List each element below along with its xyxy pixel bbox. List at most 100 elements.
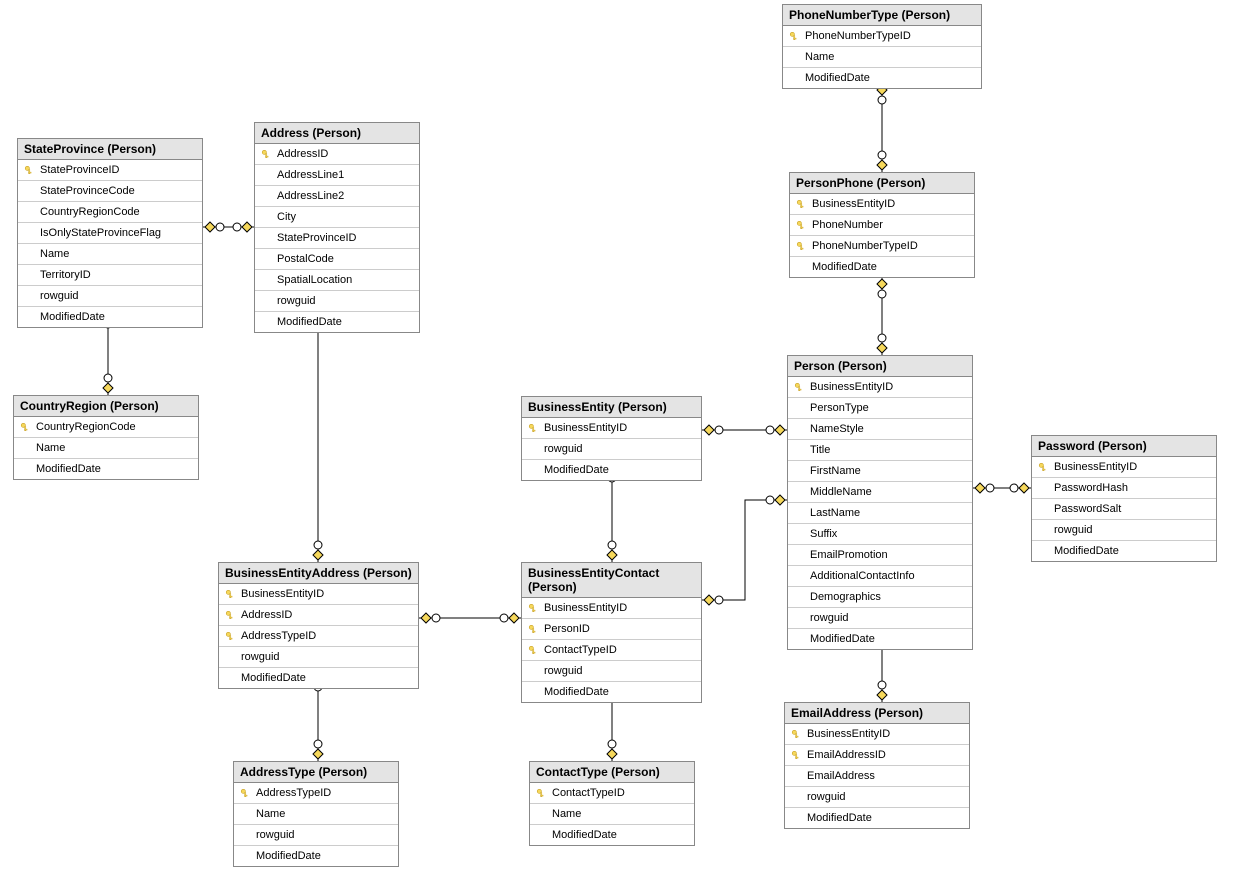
entity-header[interactable]: Address (Person) — [255, 123, 419, 144]
column-row[interactable]: ModifiedDate — [790, 257, 974, 277]
column-row[interactable]: Name — [530, 804, 694, 825]
column-row[interactable]: AddressLine2 — [255, 186, 419, 207]
column-row[interactable]: BusinessEntityID — [785, 724, 969, 745]
column-row[interactable]: AddressID — [255, 144, 419, 165]
column-row[interactable]: IsOnlyStateProvinceFlag — [18, 223, 202, 244]
column-row[interactable]: NameStyle — [788, 419, 972, 440]
column-row[interactable]: Name — [783, 47, 981, 68]
column-row[interactable]: LastName — [788, 503, 972, 524]
entity-countryRegion[interactable]: CountryRegion (Person) CountryRegionCode… — [13, 395, 199, 480]
entity-emailAddress[interactable]: EmailAddress (Person) BusinessEntityID E… — [784, 702, 970, 829]
column-name: EmailAddressID — [803, 749, 886, 761]
column-row[interactable]: PhoneNumberTypeID — [783, 26, 981, 47]
column-row[interactable]: Name — [234, 804, 398, 825]
column-row[interactable]: ModifiedDate — [783, 68, 981, 88]
column-row[interactable]: EmailPromotion — [788, 545, 972, 566]
column-row[interactable]: PostalCode — [255, 249, 419, 270]
column-row[interactable]: ContactTypeID — [522, 640, 701, 661]
column-row[interactable]: PasswordHash — [1032, 478, 1216, 499]
entity-header[interactable]: ContactType (Person) — [530, 762, 694, 783]
entity-contactType[interactable]: ContactType (Person) ContactTypeIDNameMo… — [529, 761, 695, 846]
column-row[interactable]: Name — [18, 244, 202, 265]
column-row[interactable]: ContactTypeID — [530, 783, 694, 804]
column-row[interactable]: EmailAddressID — [785, 745, 969, 766]
entity-header[interactable]: PersonPhone (Person) — [790, 173, 974, 194]
column-row[interactable]: rowguid — [234, 825, 398, 846]
entity-password[interactable]: Password (Person) BusinessEntityIDPasswo… — [1031, 435, 1217, 562]
column-row[interactable]: ModifiedDate — [255, 312, 419, 332]
column-row[interactable]: MiddleName — [788, 482, 972, 503]
column-row[interactable]: SpatialLocation — [255, 270, 419, 291]
column-row[interactable]: BusinessEntityID — [790, 194, 974, 215]
column-row[interactable]: Title — [788, 440, 972, 461]
entity-address[interactable]: Address (Person) AddressID AddressLine1 Ad… — [254, 122, 420, 333]
column-row[interactable]: rowguid — [219, 647, 418, 668]
column-row[interactable]: CountryRegionCode — [14, 417, 198, 438]
entity-personPhone[interactable]: PersonPhone (Person) BusinessEntityID Ph… — [789, 172, 975, 278]
column-row[interactable]: BusinessEntityID — [522, 418, 701, 439]
entity-header[interactable]: BusinessEntityContact (Person) — [522, 563, 701, 598]
column-row[interactable]: Demographics — [788, 587, 972, 608]
entity-header[interactable]: StateProvince (Person) — [18, 139, 202, 160]
column-row[interactable]: AddressTypeID — [234, 783, 398, 804]
column-row[interactable]: ModifiedDate — [785, 808, 969, 828]
column-name: PasswordSalt — [1050, 503, 1121, 515]
column-row[interactable]: AddressID — [219, 605, 418, 626]
column-row[interactable]: AddressTypeID — [219, 626, 418, 647]
column-row[interactable]: rowguid — [255, 291, 419, 312]
entity-businessEntityContact[interactable]: BusinessEntityContact (Person) BusinessE… — [521, 562, 702, 703]
column-row[interactable]: PersonID — [522, 619, 701, 640]
column-row[interactable]: TerritoryID — [18, 265, 202, 286]
column-row[interactable]: rowguid — [1032, 520, 1216, 541]
entity-businessEntityAddress[interactable]: BusinessEntityAddress (Person) BusinessE… — [218, 562, 419, 689]
entity-addressType[interactable]: AddressType (Person) AddressTypeIDNamero… — [233, 761, 399, 867]
column-row[interactable]: ModifiedDate — [14, 459, 198, 479]
column-row[interactable]: rowguid — [785, 787, 969, 808]
entity-header[interactable]: Person (Person) — [788, 356, 972, 377]
column-name: SpatialLocation — [273, 274, 352, 286]
column-row[interactable]: City — [255, 207, 419, 228]
column-row[interactable]: rowguid — [522, 661, 701, 682]
column-row[interactable]: Name — [14, 438, 198, 459]
column-row[interactable]: ModifiedDate — [1032, 541, 1216, 561]
column-row[interactable]: StateProvinceCode — [18, 181, 202, 202]
entity-businessEntity[interactable]: BusinessEntity (Person) BusinessEntityID… — [521, 396, 702, 481]
column-row[interactable]: rowguid — [522, 439, 701, 460]
entity-header[interactable]: Password (Person) — [1032, 436, 1216, 457]
column-row[interactable]: PhoneNumber — [790, 215, 974, 236]
entity-header[interactable]: CountryRegion (Person) — [14, 396, 198, 417]
column-row[interactable]: PersonType — [788, 398, 972, 419]
entity-header[interactable]: AddressType (Person) — [234, 762, 398, 783]
column-row[interactable]: StateProvinceID — [18, 160, 202, 181]
entity-header[interactable]: EmailAddress (Person) — [785, 703, 969, 724]
column-row[interactable]: ModifiedDate — [522, 460, 701, 480]
column-row[interactable]: ModifiedDate — [788, 629, 972, 649]
column-row[interactable]: Suffix — [788, 524, 972, 545]
column-name: AddressLine1 — [273, 169, 344, 181]
column-row[interactable]: CountryRegionCode — [18, 202, 202, 223]
entity-header[interactable]: PhoneNumberType (Person) — [783, 5, 981, 26]
column-row[interactable]: EmailAddress — [785, 766, 969, 787]
column-row[interactable]: BusinessEntityID — [522, 598, 701, 619]
entity-stateProvince[interactable]: StateProvince (Person) StateProvinceIDSt… — [17, 138, 203, 328]
column-row[interactable]: ModifiedDate — [234, 846, 398, 866]
column-row[interactable]: AdditionalContactInfo — [788, 566, 972, 587]
column-row[interactable]: rowguid — [788, 608, 972, 629]
column-row[interactable]: FirstName — [788, 461, 972, 482]
entity-phoneNumberType[interactable]: PhoneNumberType (Person) PhoneNumberType… — [782, 4, 982, 89]
column-row[interactable]: PasswordSalt — [1032, 499, 1216, 520]
entity-header[interactable]: BusinessEntityAddress (Person) — [219, 563, 418, 584]
column-row[interactable]: StateProvinceID — [255, 228, 419, 249]
column-row[interactable]: PhoneNumberTypeID — [790, 236, 974, 257]
entity-header[interactable]: BusinessEntity (Person) — [522, 397, 701, 418]
column-row[interactable]: AddressLine1 — [255, 165, 419, 186]
column-row[interactable]: ModifiedDate — [219, 668, 418, 688]
column-row[interactable]: ModifiedDate — [522, 682, 701, 702]
column-row[interactable]: BusinessEntityID — [788, 377, 972, 398]
column-row[interactable]: rowguid — [18, 286, 202, 307]
column-row[interactable]: ModifiedDate — [18, 307, 202, 327]
entity-person[interactable]: Person (Person) BusinessEntityIDPersonTy… — [787, 355, 973, 650]
column-row[interactable]: BusinessEntityID — [1032, 457, 1216, 478]
column-row[interactable]: BusinessEntityID — [219, 584, 418, 605]
column-row[interactable]: ModifiedDate — [530, 825, 694, 845]
